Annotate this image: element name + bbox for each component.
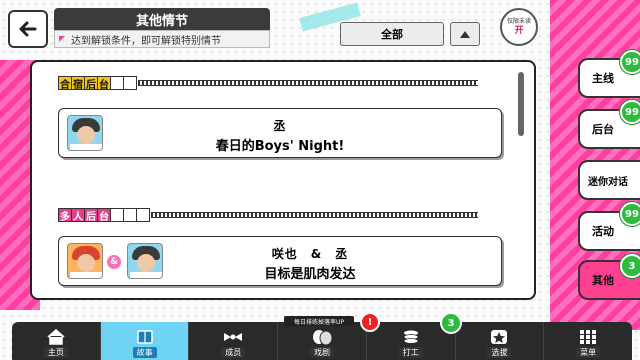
arrow-left-icon	[19, 21, 37, 37]
tab-mini-talk[interactable]: 迷你对话	[578, 160, 640, 200]
story-title: 春日的Boys' Night!	[215, 139, 345, 154]
count-badge: 3	[440, 312, 462, 334]
sort-order-button[interactable]	[450, 22, 480, 46]
header-rule	[138, 80, 478, 86]
tab-label: 其他	[592, 274, 614, 287]
section-header-group: 多 人 后 台	[58, 208, 478, 223]
triangle-up-icon	[460, 30, 470, 38]
home-icon	[45, 329, 67, 345]
header-rule	[151, 212, 478, 218]
scrollbar-thumb[interactable]	[518, 72, 524, 136]
tab-label: 后台	[592, 123, 614, 136]
subtitle-text: 达到解锁条件，即可解锁特别情节	[71, 35, 221, 47]
book-icon	[134, 329, 156, 345]
nav-label: 故事	[132, 347, 157, 358]
nav-label: 打工	[398, 347, 423, 358]
story-card[interactable]: & 咲也 & 丞 目标是肌肉发达	[58, 236, 502, 286]
story-title: 目标是肌肉发达	[264, 267, 356, 282]
nav-label: 菜单	[576, 347, 601, 358]
nav-members[interactable]: 成员	[189, 322, 279, 360]
nav-label: 主页	[43, 347, 68, 358]
nav-label: 成员	[221, 347, 246, 358]
count-badge: 3	[620, 254, 640, 278]
alert-badge: !	[360, 312, 380, 332]
header-char: 台	[97, 208, 111, 223]
header-char	[123, 208, 137, 222]
nav-theater[interactable]: 戏剧	[278, 322, 367, 360]
page-subtitle: 达到解锁条件，即可解锁特别情节	[54, 30, 270, 48]
header-char: 后	[84, 208, 98, 223]
header-char: 宿	[71, 76, 85, 91]
count-badge: 99	[620, 100, 640, 124]
unread-only-toggle[interactable]: 仅限未读 开	[500, 8, 538, 46]
story-card[interactable]: 丞 春日的Boys' Night!	[58, 108, 502, 158]
bottom-navigation: 主页 故事 成员 戏剧 打工 选拔 菜单	[12, 322, 632, 360]
header-char: 多	[58, 208, 72, 223]
page-title: 其他情节	[54, 8, 270, 30]
corner-marker	[59, 36, 65, 42]
header-char	[110, 208, 124, 222]
nav-label: 选拔	[487, 347, 512, 358]
header-char: 台	[97, 76, 111, 91]
count-badge: 99	[620, 50, 640, 74]
filter-dropdown[interactable]: 全部	[340, 22, 444, 46]
nav-menu[interactable]: 菜单	[544, 322, 632, 360]
story-characters: 丞	[273, 119, 287, 133]
header-char: 人	[71, 208, 85, 223]
event-banner: 每日排练掉落率UP	[284, 316, 354, 326]
count-badge: 99	[620, 202, 640, 226]
header-char	[110, 76, 124, 90]
header-char	[136, 208, 150, 222]
nav-home[interactable]: 主页	[12, 322, 101, 360]
story-characters: 咲也 & 丞	[271, 247, 349, 261]
header-char: 后	[84, 76, 98, 91]
tab-label: 迷你对话	[588, 176, 628, 188]
nav-label: 戏剧	[310, 347, 335, 358]
coins-icon	[400, 329, 422, 345]
nav-story[interactable]: 故事	[100, 322, 190, 360]
members-icon	[222, 329, 244, 345]
header-char: 合	[58, 76, 72, 91]
section-header-camp: 合 宿 后 台	[58, 76, 478, 91]
back-button[interactable]	[8, 10, 48, 48]
grid-icon	[577, 329, 599, 345]
unread-only-state: 开	[514, 25, 524, 36]
tab-label: 活动	[592, 225, 614, 238]
mask-icon	[311, 329, 333, 345]
star-icon	[488, 329, 510, 345]
unread-only-label: 仅限未读	[506, 17, 531, 25]
nav-audition[interactable]: 选拔	[456, 322, 545, 360]
story-list-panel[interactable]: 合 宿 后 台 丞 春日的Boys' Night! 多 人 后 台 & 咲也 &…	[30, 60, 536, 300]
tab-label: 主线	[592, 72, 614, 85]
header-char	[123, 76, 137, 90]
